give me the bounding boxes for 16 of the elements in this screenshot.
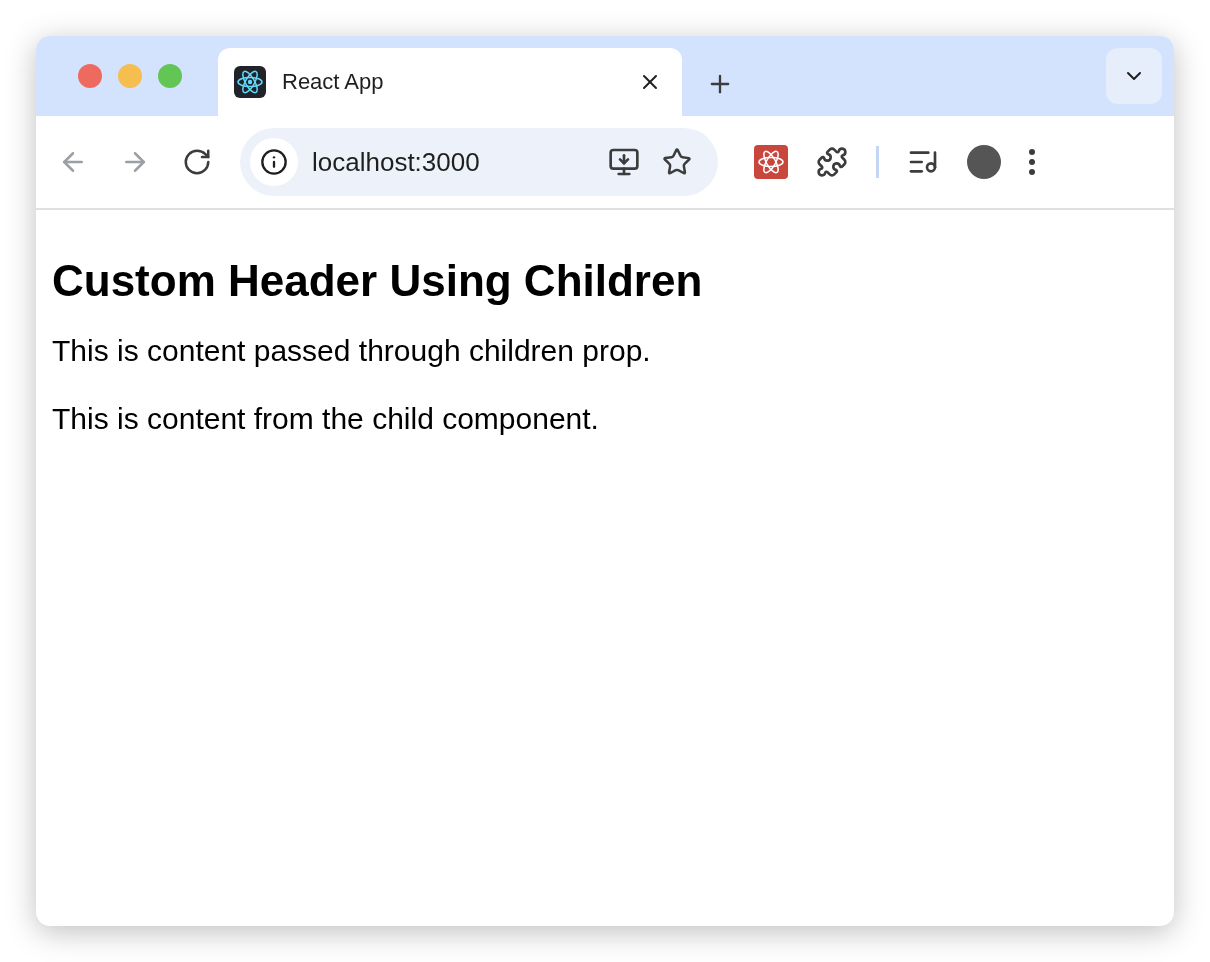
page-heading: Custom Header Using Children	[52, 256, 704, 306]
star-icon	[662, 147, 692, 177]
tab-title: React App	[282, 69, 385, 95]
atom-icon	[234, 66, 266, 98]
browser-tab[interactable]: React App	[218, 48, 682, 116]
profile-avatar[interactable]	[967, 145, 1001, 179]
puzzle-icon	[816, 146, 848, 178]
monitor-download-icon	[608, 146, 640, 178]
paragraph: This is content passed through children prop.	[52, 334, 652, 368]
more-icon	[1029, 149, 1035, 175]
reload-icon	[182, 147, 212, 177]
atom-extension-icon[interactable]	[754, 145, 788, 179]
info-icon[interactable]	[250, 138, 298, 186]
address-bar[interactable]: localhost:3000	[240, 128, 718, 196]
address-text: localhost:3000	[312, 146, 481, 178]
paragraph: This is content from the child component.	[52, 402, 600, 436]
